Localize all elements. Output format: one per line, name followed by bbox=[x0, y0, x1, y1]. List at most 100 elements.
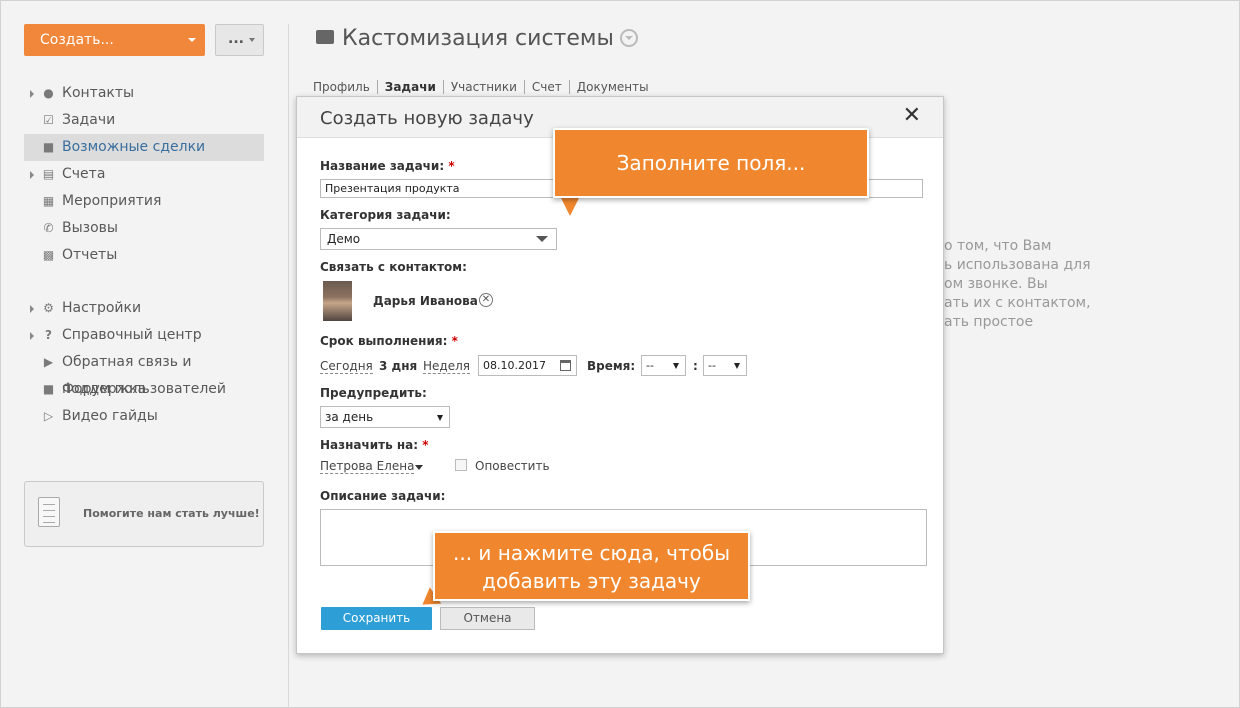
expand-arrow-icon[interactable] bbox=[30, 305, 34, 313]
background-description: о том, что Вам ь использована для ом зво… bbox=[944, 237, 1091, 332]
due-date-input[interactable]: 08.10.2017 bbox=[478, 355, 577, 376]
document-icon: ▤ bbox=[42, 167, 55, 181]
tooltip-fill-fields: Заполните поля... bbox=[553, 128, 869, 198]
background-text-line: ать простое bbox=[944, 314, 1034, 330]
hour-value: -- bbox=[646, 359, 654, 372]
category-select[interactable]: Демо bbox=[320, 228, 557, 250]
chevron-down-icon bbox=[673, 363, 679, 369]
column-divider bbox=[288, 24, 289, 708]
sidebar-item-label: Отчеты bbox=[62, 247, 118, 263]
sidebar-item-invoices[interactable]: ▤ Счета bbox=[24, 161, 264, 188]
sidebar-item-tasks[interactable]: ☑ Задачи bbox=[24, 107, 264, 134]
sidebar-item-events[interactable]: ▦ Мероприятия bbox=[24, 188, 264, 215]
sidebar-item-label: Задачи bbox=[62, 112, 116, 128]
sidebar-item-forum[interactable]: ■ Форум пользователей bbox=[24, 376, 264, 403]
chevron-down-icon bbox=[536, 236, 548, 242]
minute-select[interactable]: -- bbox=[703, 355, 747, 376]
tooltip-line: ... и нажмите сюда, чтобы bbox=[453, 541, 730, 565]
tab-profile[interactable]: Профиль bbox=[313, 80, 377, 94]
close-icon[interactable]: ✕ bbox=[903, 105, 921, 127]
sidebar-item-label: Вызовы bbox=[62, 220, 118, 236]
sidebar-item-label: Видео гайды bbox=[62, 408, 158, 424]
category-label: Категория задачи: bbox=[320, 208, 451, 222]
chevron-down-icon[interactable] bbox=[415, 465, 423, 470]
due-week-link[interactable]: Неделя bbox=[423, 359, 470, 374]
sidebar-item-help-center[interactable]: ? Справочный центр bbox=[24, 322, 264, 349]
more-button[interactable]: ... bbox=[215, 24, 264, 56]
calendar-icon: ▦ bbox=[42, 194, 55, 208]
due-label-text: Срок выполнения: bbox=[320, 334, 448, 348]
sidebar-secondary-nav: ⚙ Настройки ? Справочный центр ▶ Обратна… bbox=[24, 295, 264, 430]
assign-label: Назначить на: * bbox=[320, 438, 429, 452]
tab-tasks[interactable]: Задачи bbox=[376, 80, 443, 94]
hour-select[interactable]: -- bbox=[641, 355, 686, 376]
briefcase-icon bbox=[316, 30, 334, 44]
sidebar-item-label: Мероприятия bbox=[62, 193, 162, 209]
assignee-dropdown[interactable]: Петрова Елена bbox=[320, 459, 415, 474]
time-label: Время: bbox=[587, 359, 636, 373]
chat-bubble-icon: ■ bbox=[42, 382, 55, 396]
calendar-icon[interactable] bbox=[560, 360, 571, 371]
tab-participants[interactable]: Участники bbox=[442, 80, 524, 94]
briefcase-icon: ■ bbox=[42, 140, 55, 154]
save-button[interactable]: Сохранить bbox=[321, 607, 432, 630]
page-title-text: Кастомизация системы bbox=[342, 26, 614, 51]
megaphone-icon: ▶ bbox=[43, 355, 54, 369]
sidebar-item-settings[interactable]: ⚙ Настройки bbox=[24, 295, 264, 322]
tooltip-line: добавить эту задачу bbox=[482, 569, 701, 593]
sidebar-item-calls[interactable]: ✆ Вызовы bbox=[24, 215, 264, 242]
minute-value: -- bbox=[708, 359, 716, 372]
create-button[interactable]: Создать... bbox=[24, 24, 205, 56]
category-value: Демо bbox=[327, 232, 361, 246]
checkbox-icon: ☑ bbox=[43, 113, 54, 127]
feedback-widget[interactable]: Помогите нам стать лучше! bbox=[24, 481, 264, 547]
tab-documents[interactable]: Документы bbox=[568, 80, 656, 94]
time-separator: : bbox=[693, 359, 698, 373]
task-name-label: Название задачи: * bbox=[320, 159, 455, 173]
sidebar-item-label: Возможные сделки bbox=[62, 139, 206, 155]
assign-label-text: Назначить на: bbox=[320, 438, 419, 452]
remind-value: за день bbox=[325, 410, 374, 424]
remind-select[interactable]: за день bbox=[320, 406, 450, 428]
description-label: Описание задачи: bbox=[320, 489, 446, 503]
chevron-down-icon bbox=[734, 363, 740, 369]
contact-label: Связать с контактом: bbox=[320, 260, 467, 274]
sidebar-item-label: Справочный центр bbox=[62, 327, 202, 343]
phone-icon: ✆ bbox=[43, 221, 54, 235]
expand-arrow-icon[interactable] bbox=[30, 171, 34, 179]
user-icon: ● bbox=[43, 86, 54, 100]
expand-arrow-icon[interactable] bbox=[30, 332, 34, 340]
due-3days-option[interactable]: 3 дня bbox=[379, 359, 417, 373]
sidebar-item-reports[interactable]: ▩ Отчеты bbox=[24, 242, 264, 269]
sidebar-item-contacts[interactable]: ● Контакты bbox=[24, 80, 264, 107]
chevron-circle-down-icon[interactable] bbox=[619, 29, 638, 47]
due-today-link[interactable]: Сегодня bbox=[320, 359, 373, 374]
notify-checkbox[interactable] bbox=[455, 459, 467, 471]
remove-contact-icon[interactable]: ✕ bbox=[479, 293, 493, 307]
required-mark: * bbox=[448, 159, 455, 173]
dialog-title: Создать новую задачу bbox=[320, 108, 534, 129]
tooltip-tail bbox=[560, 196, 580, 216]
sidebar-item-deals[interactable]: ■ Возможные сделки bbox=[24, 134, 264, 161]
create-button-label: Создать... bbox=[40, 32, 114, 48]
task-name-label-text: Название задачи: bbox=[320, 159, 445, 173]
feedback-label: Помогите нам стать лучше! bbox=[83, 507, 260, 520]
chevron-down-icon bbox=[249, 38, 255, 42]
avatar bbox=[323, 281, 352, 321]
chevron-down-icon bbox=[188, 38, 196, 42]
background-text-line: о том, что Вам bbox=[944, 238, 1052, 254]
gear-icon: ⚙ bbox=[43, 301, 54, 315]
notify-label: Оповестить bbox=[475, 459, 550, 473]
background-text-line: ь использована для bbox=[944, 257, 1091, 273]
required-mark: * bbox=[451, 334, 458, 348]
bar-chart-icon: ▩ bbox=[42, 248, 55, 262]
tab-account[interactable]: Счет bbox=[523, 80, 569, 94]
sidebar-item-video-guides[interactable]: ▷ Видео гайды bbox=[24, 403, 264, 430]
chevron-down-icon bbox=[437, 415, 443, 421]
expand-arrow-icon[interactable] bbox=[30, 90, 34, 98]
sidebar-item-label: Форум пользователей bbox=[62, 381, 226, 397]
cancel-button[interactable]: Отмена bbox=[440, 607, 535, 630]
video-play-icon: ▷ bbox=[43, 409, 54, 423]
sidebar-item-feedback-support[interactable]: ▶ Обратная связь и поддержка bbox=[24, 349, 264, 397]
sidebar-item-label: Настройки bbox=[62, 300, 142, 316]
